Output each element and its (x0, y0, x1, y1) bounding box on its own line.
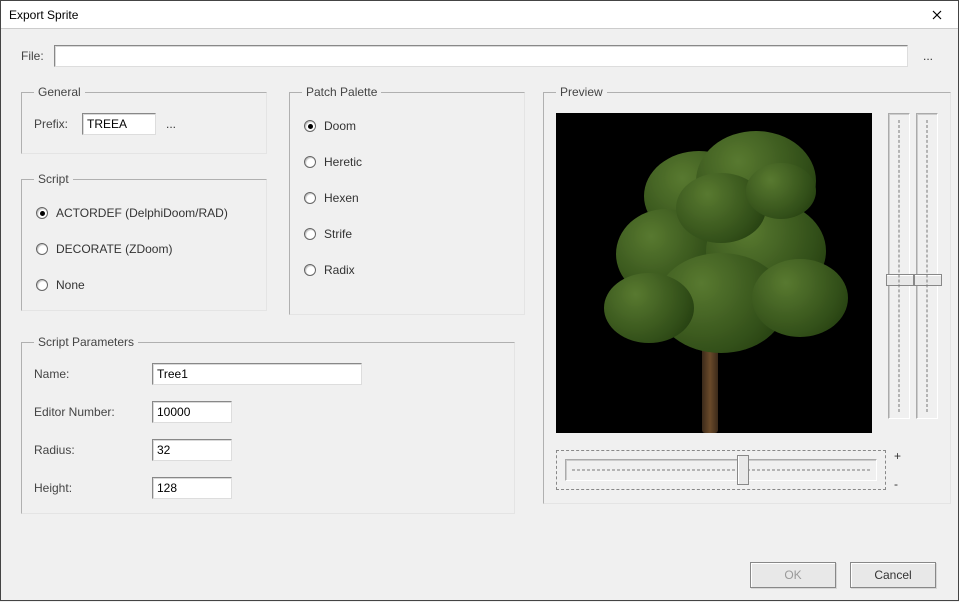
radius-input[interactable] (152, 439, 232, 461)
palette-radio-doom[interactable]: Doom (304, 119, 510, 133)
radio-label: Radix (324, 263, 355, 277)
name-input[interactable] (152, 363, 362, 385)
editor-number-input[interactable] (152, 401, 232, 423)
export-sprite-dialog: Export Sprite File: ... General Prefix: (0, 0, 959, 601)
file-row: File: ... (21, 45, 938, 67)
file-browse-button[interactable]: ... (918, 49, 938, 63)
window-title: Export Sprite (9, 8, 78, 22)
script-parameters-group: Script Parameters Name: Editor Number: R… (21, 335, 515, 514)
palette-radio-hexen[interactable]: Hexen (304, 191, 510, 205)
radio-icon (36, 243, 48, 255)
height-input[interactable] (152, 477, 232, 499)
preview-group: Preview (543, 85, 951, 504)
ok-button[interactable]: OK (750, 562, 836, 588)
general-legend: General (34, 85, 85, 99)
radio-icon (304, 264, 316, 276)
cancel-button[interactable]: Cancel (850, 562, 936, 588)
height-label: Height: (34, 481, 152, 495)
params-legend: Script Parameters (34, 335, 138, 349)
script-radio-decorate[interactable]: DECORATE (ZDoom) (36, 242, 252, 256)
palette-radio-strife[interactable]: Strife (304, 227, 510, 241)
preview-legend: Preview (556, 85, 607, 99)
zoom-out-button[interactable]: - (894, 477, 901, 491)
zoom-in-button[interactable]: + (894, 449, 901, 463)
radio-icon (36, 207, 48, 219)
script-radio-actordef[interactable]: ACTORDEF (DelphiDoom/RAD) (36, 206, 252, 220)
client-area: File: ... General Prefix: ... (1, 29, 958, 602)
file-input[interactable] (54, 45, 908, 67)
palette-radio-heretic[interactable]: Heretic (304, 155, 510, 169)
prefix-input[interactable] (82, 113, 156, 135)
general-group: General Prefix: ... (21, 85, 267, 154)
script-legend: Script (34, 172, 73, 186)
prefix-browse-button[interactable]: ... (166, 117, 176, 131)
radio-icon (304, 192, 316, 204)
name-label: Name: (34, 367, 152, 381)
palette-group: Patch Palette Doom Heretic (289, 85, 525, 315)
radio-label: None (56, 278, 85, 292)
radio-icon (304, 156, 316, 168)
script-radio-none[interactable]: None (36, 278, 252, 292)
script-group: Script ACTORDEF (DelphiDoom/RAD) DECORAT… (21, 172, 267, 311)
radio-label: Strife (324, 227, 352, 241)
radio-icon (304, 228, 316, 240)
prefix-label: Prefix: (34, 117, 82, 131)
radio-icon (36, 279, 48, 291)
radio-label: Heretic (324, 155, 362, 169)
radio-icon (304, 120, 316, 132)
preview-canvas (556, 113, 872, 433)
radio-label: Hexen (324, 191, 359, 205)
radio-label: DECORATE (ZDoom) (56, 242, 172, 256)
tree-render (556, 113, 872, 433)
close-icon (932, 10, 942, 20)
editor-number-label: Editor Number: (34, 405, 152, 419)
close-button[interactable] (916, 1, 958, 29)
preview-vertical-slider-2[interactable] (916, 113, 938, 419)
radius-label: Radius: (34, 443, 152, 457)
radio-label: Doom (324, 119, 356, 133)
file-label: File: (21, 49, 44, 63)
preview-vertical-slider-1[interactable] (888, 113, 910, 419)
palette-radio-radix[interactable]: Radix (304, 263, 510, 277)
palette-legend: Patch Palette (302, 85, 381, 99)
preview-horizontal-slider[interactable] (556, 450, 886, 490)
titlebar: Export Sprite (1, 1, 958, 29)
radio-label: ACTORDEF (DelphiDoom/RAD) (56, 206, 228, 220)
